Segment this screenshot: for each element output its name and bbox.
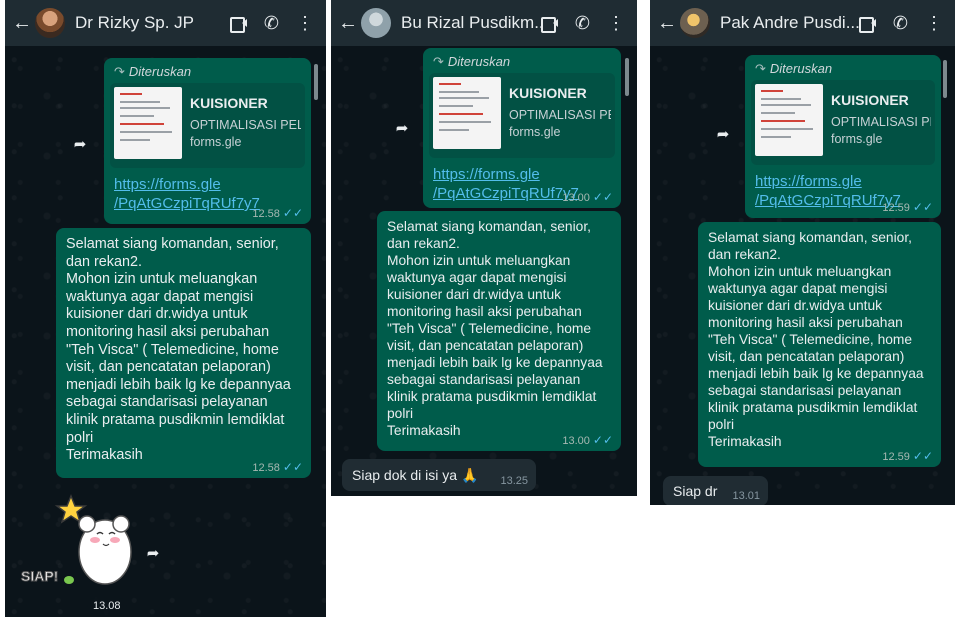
more-vertical-icon[interactable]: ⋮ xyxy=(607,14,625,32)
chat-header: ← Pak Andre Pusdi... ✆ ⋮ xyxy=(650,0,955,46)
chat-screen-bu-rizal: ← Bu Rizal Pusdikm... ✆ ⋮ ↷ Diteruskan KU… xyxy=(331,0,637,496)
link-line-1[interactable]: https://forms.gle xyxy=(433,166,540,183)
back-arrow-icon[interactable]: ← xyxy=(11,12,33,35)
chat-screen-pak-andre: ← Pak Andre Pusdi... ✆ ⋮ ↷ Diteruskan KUI… xyxy=(650,0,955,505)
contact-name[interactable]: Bu Rizal Pusdikm... xyxy=(401,13,541,33)
back-arrow-icon[interactable]: ← xyxy=(656,12,678,35)
preview-subtitle: OPTIMALISASI PEL... xyxy=(831,115,931,129)
forwarded-link-message[interactable]: ↷Diteruskan KUISIONER OPTIMALISASI PEL..… xyxy=(423,48,621,208)
message-time: 12.58 xyxy=(252,208,280,220)
video-call-icon[interactable] xyxy=(540,16,558,33)
contact-avatar[interactable] xyxy=(680,8,710,38)
preview-title: KUISIONER xyxy=(190,95,268,111)
contact-avatar[interactable] xyxy=(361,8,391,38)
link-line-2[interactable]: /PqAtGCzpiTqRUf7y7 xyxy=(114,195,260,212)
message-meta: 13.00 ✓✓ xyxy=(562,190,613,204)
reply-time: 13.25 xyxy=(500,475,528,487)
phone-icon[interactable]: ✆ xyxy=(893,14,908,32)
double-check-icon: ✓✓ xyxy=(282,206,303,220)
message-meta: 12.58 ✓✓ xyxy=(252,460,303,474)
preview-title: KUISIONER xyxy=(509,85,587,101)
message-text: Selamat siang komandan, senior, dan reka… xyxy=(387,219,603,438)
text-message[interactable]: Selamat siang komandan, senior, dan reka… xyxy=(377,211,621,451)
text-message[interactable]: Selamat siang komandan, senior, dan reka… xyxy=(56,228,311,478)
link-preview[interactable]: KUISIONER OPTIMALISASI PEL... forms.gle xyxy=(751,80,935,165)
forwarded-link-message[interactable]: ↷Diteruskan KUISIONER OPTIMALISASI PEL..… xyxy=(104,58,311,224)
double-check-icon: ✓✓ xyxy=(282,460,303,474)
contact-avatar[interactable] xyxy=(35,8,65,38)
chat-header: ← Bu Rizal Pusdikm... ✆ ⋮ xyxy=(331,0,637,46)
chat-screen-dr-rizky: ← Dr Rizky Sp. JP ✆ ⋮ ↷ Diteruskan KUISIO… xyxy=(5,0,326,617)
form-thumbnail xyxy=(755,84,823,156)
sticker-text: SIAP! xyxy=(20,568,59,585)
forward-icon[interactable]: ➦ xyxy=(389,116,415,142)
forward-icon[interactable]: ➦ xyxy=(67,132,93,158)
forwarded-text: Diteruskan xyxy=(447,54,511,69)
preview-domain: forms.gle xyxy=(509,125,561,139)
incoming-reply-message[interactable]: Siap dok di isi ya 🙏 13.25 xyxy=(342,459,536,491)
forwarded-label: ↷ Diteruskan xyxy=(433,54,611,70)
message-text: Selamat siang komandan, senior, dan reka… xyxy=(708,230,924,449)
scrollbar[interactable] xyxy=(943,60,947,98)
forwarded-text: Diteruskan xyxy=(128,64,192,79)
forwarded-text: Diteruskan xyxy=(769,61,833,76)
phone-icon[interactable]: ✆ xyxy=(575,14,590,32)
message-time: 13.00 xyxy=(562,192,590,204)
message-time: 12.59 xyxy=(882,202,910,214)
scrollbar[interactable] xyxy=(625,58,629,96)
video-call-icon[interactable] xyxy=(858,16,876,33)
link-preview[interactable]: KUISIONER OPTIMALISASI PEL... forms.gle xyxy=(110,83,305,168)
form-thumbnail xyxy=(433,77,501,149)
link-line-1[interactable]: https://forms.gle xyxy=(755,173,862,190)
forwarded-link-message[interactable]: ↷Diteruskan KUISIONER OPTIMALISASI PEL..… xyxy=(745,55,941,218)
forward-icon[interactable]: ➦ xyxy=(140,541,166,567)
contact-name[interactable]: Pak Andre Pusdi... xyxy=(720,13,859,33)
scrollbar[interactable] xyxy=(314,64,318,100)
message-meta: 12.58 ✓✓ xyxy=(252,206,303,220)
link-line-2[interactable]: /PqAtGCzpiTqRUf7y7 xyxy=(433,185,579,202)
link-line-1[interactable]: https://forms.gle xyxy=(114,176,221,193)
contact-name[interactable]: Dr Rizky Sp. JP xyxy=(75,13,230,33)
sticker-bear-siap[interactable]: SIAP! xyxy=(20,493,133,594)
incoming-reply-message[interactable]: Siap dr 13.01 xyxy=(663,476,768,505)
more-vertical-icon[interactable]: ⋮ xyxy=(925,14,943,32)
message-meta: 13.00 ✓✓ xyxy=(562,433,613,447)
double-check-icon: ✓✓ xyxy=(592,433,613,447)
link-preview[interactable]: KUISIONER OPTIMALISASI PEL... forms.gle xyxy=(429,73,615,158)
text-message[interactable]: Selamat siang komandan, senior, dan reka… xyxy=(698,222,941,467)
preview-subtitle: OPTIMALISASI PEL... xyxy=(509,108,611,122)
more-vertical-icon[interactable]: ⋮ xyxy=(296,14,314,32)
message-meta: 12.59 ✓✓ xyxy=(882,200,933,214)
forwarded-label: ↷ Diteruskan xyxy=(114,64,301,80)
forwarded-label: ↷ Diteruskan xyxy=(755,61,931,77)
double-check-icon: ✓✓ xyxy=(912,449,933,463)
preview-domain: forms.gle xyxy=(190,135,242,149)
forward-icon[interactable]: ➦ xyxy=(710,122,736,148)
chat-header: ← Dr Rizky Sp. JP ✆ ⋮ xyxy=(5,0,326,46)
message-time: 12.59 xyxy=(882,451,910,463)
forwarded-icon: ↷ xyxy=(114,64,125,79)
form-thumbnail xyxy=(114,87,182,159)
message-time: 12.58 xyxy=(252,462,280,474)
preview-domain: forms.gle xyxy=(831,132,883,146)
message-text: Selamat siang komandan, senior, dan reka… xyxy=(66,236,291,464)
preview-title: KUISIONER xyxy=(831,92,909,108)
message-meta: 12.59 ✓✓ xyxy=(882,449,933,463)
double-check-icon: ✓✓ xyxy=(912,200,933,214)
message-time: 13.00 xyxy=(562,435,590,447)
forwarded-icon: ↷ xyxy=(755,61,766,76)
sticker-time: 13.08 xyxy=(87,598,127,614)
video-call-icon[interactable] xyxy=(229,16,247,33)
phone-icon[interactable]: ✆ xyxy=(264,14,279,32)
link-line-2[interactable]: /PqAtGCzpiTqRUf7y7 xyxy=(755,192,901,209)
back-arrow-icon[interactable]: ← xyxy=(337,12,359,35)
double-check-icon: ✓✓ xyxy=(592,190,613,204)
preview-subtitle: OPTIMALISASI PEL... xyxy=(190,118,301,132)
forwarded-icon: ↷ xyxy=(433,54,444,69)
reply-time: 13.01 xyxy=(732,490,760,502)
